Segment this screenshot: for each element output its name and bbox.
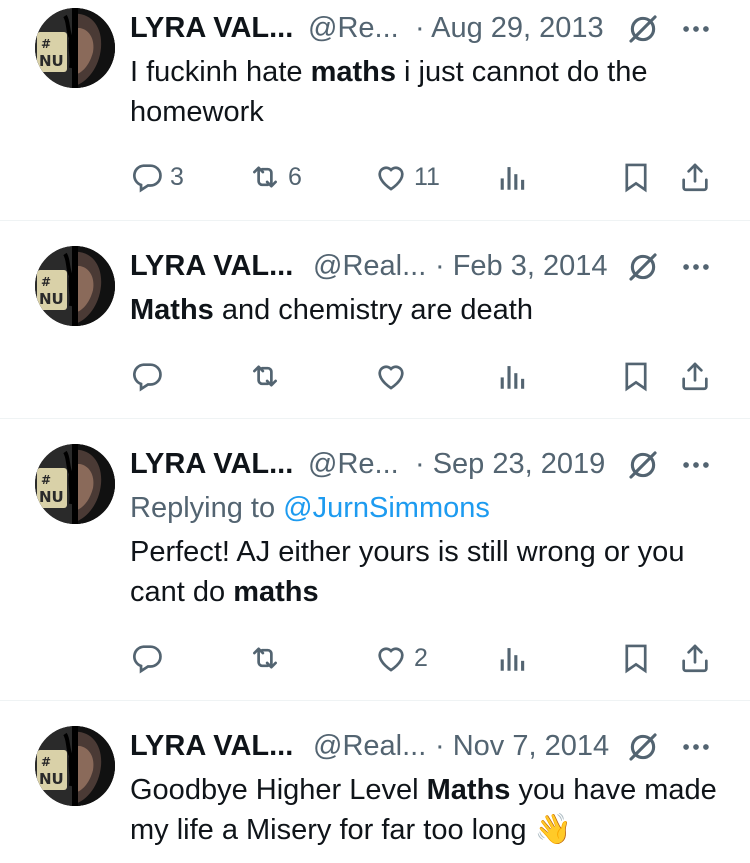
retweet-icon xyxy=(248,160,282,194)
like-count: 2 xyxy=(414,643,428,672)
reply-icon xyxy=(130,641,164,675)
views-icon xyxy=(495,359,529,393)
more-icon[interactable] xyxy=(678,730,714,764)
bookmark-icon xyxy=(619,160,653,194)
avatar[interactable] xyxy=(35,444,115,524)
reply-icon xyxy=(130,359,164,393)
grok-icon[interactable] xyxy=(626,730,660,764)
like-icon xyxy=(374,359,408,393)
more-icon[interactable] xyxy=(678,12,714,46)
like-button[interactable] xyxy=(374,356,408,396)
handle[interactable]: @Real... xyxy=(313,726,426,766)
tweet[interactable]: LYRA VAL... @Re... · Aug 29, 2013 I fuck… xyxy=(0,0,750,220)
retweet-button[interactable] xyxy=(248,638,282,678)
tweet-text: Maths and chemistry are death xyxy=(130,294,533,326)
bookmark-button[interactable] xyxy=(619,356,653,396)
retweet-button[interactable] xyxy=(248,356,282,396)
tweet[interactable]: LYRA VAL... @Real... · Feb 3, 2014 Maths… xyxy=(0,221,750,418)
tweet[interactable]: LYRA VAL... @Re... · Sep 23, 2019 Replyi… xyxy=(0,419,750,700)
views-icon xyxy=(495,641,529,675)
display-name[interactable]: LYRA VAL... xyxy=(130,8,293,48)
more-icon[interactable] xyxy=(678,448,714,482)
bookmark-button[interactable] xyxy=(619,157,653,197)
timestamp[interactable]: · Nov 7, 2014 xyxy=(435,726,609,766)
mention-link[interactable]: @JurnSimmons xyxy=(283,492,490,524)
display-name[interactable]: LYRA VAL... xyxy=(130,726,293,766)
like-button[interactable]: 11 xyxy=(374,157,440,197)
reply-button[interactable]: 3 xyxy=(130,157,184,197)
avatar[interactable] xyxy=(35,246,115,326)
bookmark-icon xyxy=(619,359,653,393)
handle[interactable]: @Real... xyxy=(313,246,426,286)
grok-icon[interactable] xyxy=(626,12,660,46)
reply-button[interactable] xyxy=(130,638,164,678)
retweet-icon xyxy=(248,359,282,393)
display-name[interactable]: LYRA VAL... xyxy=(130,246,293,286)
like-icon xyxy=(374,641,408,675)
avatar[interactable] xyxy=(35,8,115,88)
avatar[interactable] xyxy=(35,726,115,806)
views-button[interactable] xyxy=(495,157,529,197)
display-name[interactable]: LYRA VAL... xyxy=(130,444,293,484)
views-button[interactable] xyxy=(495,638,529,678)
share-button[interactable] xyxy=(678,638,712,678)
views-icon xyxy=(495,160,529,194)
retweet-button[interactable]: 6 xyxy=(248,157,302,197)
reply-count: 3 xyxy=(170,162,184,191)
tweet-text: I fuckinh hate maths i just cannot do th… xyxy=(130,56,648,128)
like-icon xyxy=(374,160,408,194)
share-icon xyxy=(678,160,712,194)
retweet-count: 6 xyxy=(288,162,302,191)
grok-icon[interactable] xyxy=(626,250,660,284)
tweet-text: Goodbye Higher Level Maths you have made… xyxy=(130,774,717,846)
timestamp[interactable]: · Aug 29, 2013 xyxy=(415,8,604,48)
retweet-icon xyxy=(248,641,282,675)
bookmark-icon xyxy=(619,641,653,675)
reply-icon xyxy=(130,160,164,194)
replying-to: Replying to @JurnSimmons xyxy=(130,492,490,524)
share-button[interactable] xyxy=(678,356,712,396)
like-button[interactable]: 2 xyxy=(374,638,428,678)
tweet-text: Perfect! AJ either yours is still wrong … xyxy=(130,536,685,608)
handle[interactable]: @Re... xyxy=(308,444,399,484)
more-icon[interactable] xyxy=(678,250,714,284)
reply-button[interactable] xyxy=(130,356,164,396)
share-icon xyxy=(678,359,712,393)
share-icon xyxy=(678,641,712,675)
bookmark-button[interactable] xyxy=(619,638,653,678)
grok-icon[interactable] xyxy=(626,448,660,482)
views-button[interactable] xyxy=(495,356,529,396)
like-count: 11 xyxy=(414,162,440,191)
tweet[interactable]: LYRA VAL... @Real... · Nov 7, 2014 Goodb… xyxy=(0,701,750,863)
timestamp[interactable]: · Sep 23, 2019 xyxy=(415,444,605,484)
waving-hand-emoji: 👋 xyxy=(534,813,572,846)
share-button[interactable] xyxy=(678,157,712,197)
handle[interactable]: @Re... xyxy=(308,8,399,48)
timestamp[interactable]: · Feb 3, 2014 xyxy=(435,246,608,286)
